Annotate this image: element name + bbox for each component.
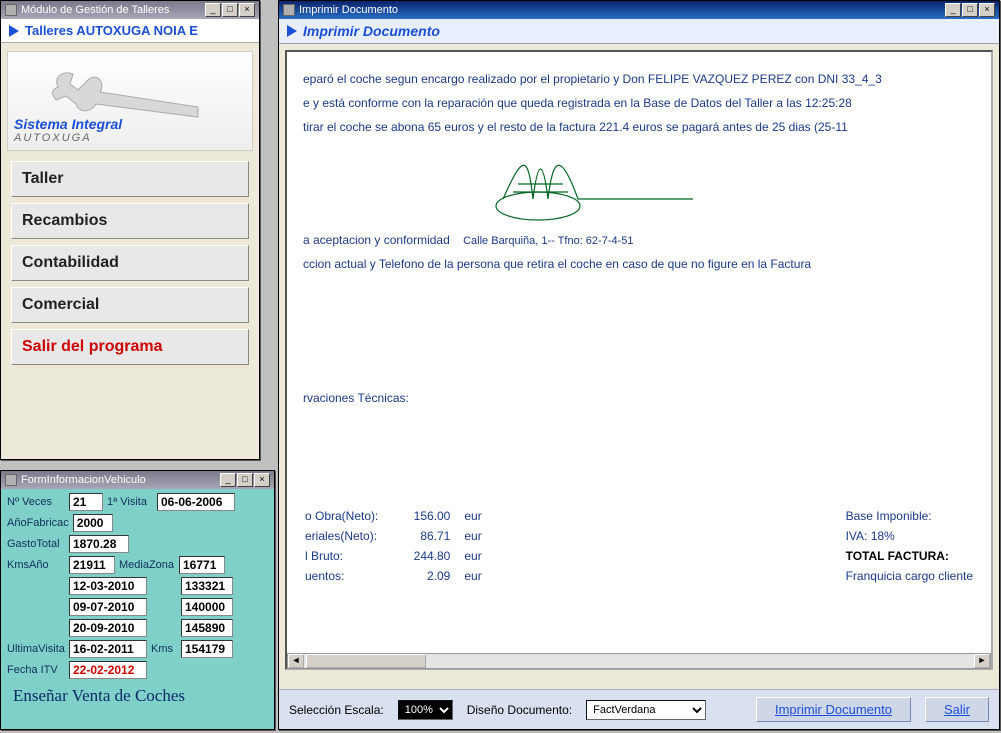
scroll-thumb[interactable]: [306, 654, 426, 668]
titlebar[interactable]: Imprimir Documento _ □ ×: [279, 1, 999, 19]
app-icon: [283, 4, 295, 16]
maximize-button[interactable]: □: [962, 3, 978, 17]
hist-date-1[interactable]: 09-07-2010: [69, 598, 147, 616]
close-button[interactable]: ×: [254, 473, 270, 487]
spacer: [7, 580, 65, 592]
label-escala: Selección Escala:: [289, 703, 384, 717]
field-kms[interactable]: 154179: [181, 640, 233, 658]
label-kmsano: KmsAño: [7, 559, 65, 571]
field-kmsano[interactable]: 21911: [69, 556, 115, 574]
app-icon: [5, 4, 17, 16]
signature-icon: [483, 144, 703, 224]
total-row: l Bruto:244.80eur: [305, 547, 494, 565]
total-row: uentos:2.09eur: [305, 567, 494, 585]
label-primera: 1ª Visita: [107, 496, 153, 508]
header-bar: Talleres AUTOXUGA NOIA E: [1, 19, 259, 43]
hist-date-2[interactable]: 20-09-2010: [69, 619, 147, 637]
minimize-button[interactable]: _: [220, 473, 236, 487]
window-modulo-gestion: Módulo de Gestión de Talleres _ □ × Tall…: [0, 0, 260, 460]
document-preview[interactable]: eparó el coche segun encargo realizado p…: [285, 50, 993, 670]
field-itv[interactable]: 22-02-2012: [69, 661, 147, 679]
label-anofab: AñoFabricac: [7, 517, 69, 529]
scroll-right-button[interactable]: ►: [974, 654, 990, 668]
minimize-button[interactable]: _: [205, 3, 221, 17]
horizontal-scrollbar[interactable]: ◄ ►: [287, 653, 991, 669]
signature-block: [483, 144, 975, 227]
nav-panel: Taller Recambios Contabilidad Comercial …: [1, 161, 259, 365]
header-bar: Imprimir Documento: [279, 19, 999, 44]
totals-block: o Obra(Neto):156.00eur eriales(Neto):86.…: [303, 505, 975, 587]
logo-line2: AUTOXUGA: [14, 132, 122, 144]
window-title: Imprimir Documento: [299, 4, 398, 16]
total-row: IVA: 18%: [828, 527, 973, 545]
arrow-right-icon: [9, 25, 19, 37]
doc-line: tirar el coche se abona 65 euros y el re…: [303, 120, 975, 134]
logo-panel: Sistema Integral AUTOXUGA: [7, 51, 253, 151]
address-text: Calle Barquiña, 1-- Tfno: 62-7-4-51: [463, 235, 633, 247]
doc-line: e y está conforme con la reparación que …: [303, 96, 975, 110]
nav-contabilidad[interactable]: Contabilidad: [11, 245, 249, 281]
titlebar[interactable]: FormInformacionVehiculo _ □ ×: [1, 471, 274, 489]
label-itv: Fecha ITV: [7, 664, 65, 676]
label-kms: Kms: [151, 643, 177, 655]
field-ultvisita[interactable]: 16-02-2011: [69, 640, 147, 658]
conformidad-text: a aceptacion y conformidad: [303, 233, 450, 247]
nav-comercial[interactable]: Comercial: [11, 287, 249, 323]
window-form-vehiculo: FormInformacionVehiculo _ □ × Nº Veces 2…: [0, 470, 275, 730]
nav-salir[interactable]: Salir del programa: [11, 329, 249, 365]
hist-km-0[interactable]: 133321: [181, 577, 233, 595]
hist-km-1[interactable]: 140000: [181, 598, 233, 616]
label-gasto: GastoTotal: [7, 538, 65, 550]
field-primera[interactable]: 06-06-2006: [157, 493, 235, 511]
field-media[interactable]: 16771: [179, 556, 225, 574]
total-row: Franquicia cargo cliente: [828, 567, 973, 585]
link-venta-coches[interactable]: Enseñar Venta de Coches: [7, 682, 268, 710]
spacer: [7, 601, 65, 613]
field-nveces[interactable]: 21: [69, 493, 103, 511]
maximize-button[interactable]: □: [237, 473, 253, 487]
hist-km-2[interactable]: 145890: [181, 619, 233, 637]
window-title: Módulo de Gestión de Talleres: [21, 4, 169, 16]
total-row: eriales(Neto):86.71eur: [305, 527, 494, 545]
field-anofab[interactable]: 2000: [73, 514, 113, 532]
app-icon: [5, 474, 17, 486]
observaciones-label: rvaciones Técnicas:: [303, 391, 975, 405]
doc-line: a aceptacion y conformidad Calle Barquiñ…: [303, 233, 975, 247]
doc-line: eparó el coche segun encargo realizado p…: [303, 72, 975, 86]
nav-taller[interactable]: Taller: [11, 161, 249, 197]
close-button[interactable]: ×: [979, 3, 995, 17]
wrench-icon: [48, 62, 208, 122]
header-title: Imprimir Documento: [303, 23, 440, 39]
doc-line: ccion actual y Telefono de la persona qu…: [303, 257, 975, 271]
scroll-left-button[interactable]: ◄: [288, 654, 304, 668]
header-title: Talleres AUTOXUGA NOIA E: [25, 23, 198, 38]
salir-button[interactable]: Salir: [925, 697, 989, 722]
label-ultvisita: UltimaVisita: [7, 643, 65, 655]
maximize-button[interactable]: □: [222, 3, 238, 17]
imprimir-button[interactable]: Imprimir Documento: [756, 697, 911, 722]
select-diseno[interactable]: FactVerdana: [586, 700, 706, 720]
label-nveces: Nº Veces: [7, 496, 65, 508]
hist-date-0[interactable]: 12-03-2010: [69, 577, 147, 595]
total-row: o Obra(Neto):156.00eur: [305, 507, 494, 525]
label-diseno: Diseño Documento:: [467, 703, 572, 717]
nav-recambios[interactable]: Recambios: [11, 203, 249, 239]
form-body: Nº Veces 21 1ª Visita 06-06-2006 AñoFabr…: [1, 489, 274, 714]
titlebar[interactable]: Módulo de Gestión de Talleres _ □ ×: [1, 1, 259, 19]
totals-left: o Obra(Neto):156.00eur eriales(Neto):86.…: [303, 505, 496, 587]
total-row: Base Imponible:: [828, 507, 973, 525]
close-button[interactable]: ×: [239, 3, 255, 17]
window-imprimir-documento: Imprimir Documento _ □ × Imprimir Docume…: [278, 0, 1000, 730]
select-escala[interactable]: 100%: [398, 700, 453, 720]
total-row: TOTAL FACTURA:: [828, 547, 973, 565]
spacer: [7, 622, 65, 634]
minimize-button[interactable]: _: [945, 3, 961, 17]
field-gasto[interactable]: 1870.28: [69, 535, 129, 553]
totals-right: Base Imponible: IVA: 18% TOTAL FACTURA: …: [826, 505, 975, 587]
label-media: MediaZona: [119, 559, 175, 571]
arrow-right-icon: [287, 25, 297, 37]
bottom-toolbar: Selección Escala: 100% Diseño Documento:…: [279, 689, 999, 729]
window-title: FormInformacionVehiculo: [21, 474, 146, 486]
